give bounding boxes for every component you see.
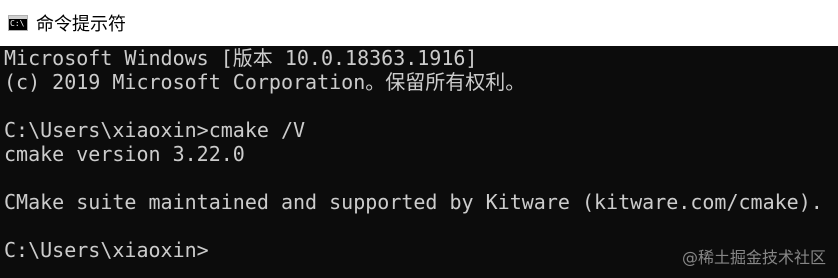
console-line: CMake suite maintained and supported by … [4,190,823,214]
console-line: (c) 2019 Microsoft Corporation。保留所有权利。 [4,70,526,94]
window-title: 命令提示符 [36,14,126,35]
title-bar[interactable]: C:\ 命令提示符 [0,0,838,46]
console-icon-prompt: C:\ [10,19,25,28]
console-icon[interactable]: C:\ [8,15,28,31]
console-window: C:\ 命令提示符 Microsoft Windows [版本 10.0.183… [0,0,838,278]
console-prompt: C:\Users\xiaoxin> [4,238,209,262]
console-line: C:\Users\xiaoxin>cmake /V [4,118,306,142]
watermark: @稀土掘金技术社区 [681,248,826,267]
console-line: Microsoft Windows [版本 10.0.18363.1916] [4,46,478,70]
console-line: cmake version 3.22.0 [4,142,245,166]
